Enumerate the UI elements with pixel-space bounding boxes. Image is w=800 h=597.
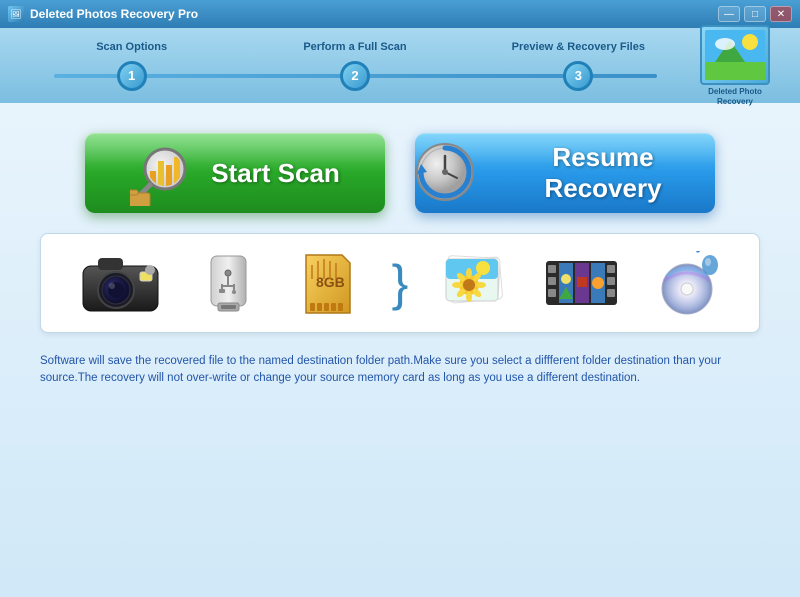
camera-icon	[78, 248, 163, 318]
buttons-row: Start Scan	[85, 133, 715, 213]
logo-svg	[705, 30, 765, 80]
title-bar: 🖼 Deleted Photos Recovery Pro — □ ✕	[0, 0, 800, 28]
step-1-label: Scan Options	[52, 41, 212, 53]
photos-icon	[441, 251, 511, 316]
scan-icon-wrapper	[130, 141, 195, 206]
svg-text:♪: ♪	[694, 251, 706, 259]
step-2-label: Perform a Full Scan	[275, 41, 435, 53]
resume-icon	[415, 142, 475, 202]
usb-drive-icon	[196, 248, 261, 318]
step-bar: Scan Options Perform a Full Scan Preview…	[0, 28, 800, 103]
app-logo	[700, 25, 770, 85]
step-1-circle: 1	[117, 61, 147, 91]
app-icon: 🖼	[8, 6, 24, 22]
scan-icon	[130, 141, 195, 206]
logo-area: Deleted PhotoRecovery	[690, 25, 780, 106]
start-scan-button[interactable]: Start Scan	[85, 133, 385, 213]
step-3-label: Preview & Recovery Files	[498, 41, 658, 53]
close-button[interactable]: ✕	[770, 6, 792, 22]
start-scan-label: Start Scan	[211, 158, 340, 189]
window-controls: — □ ✕	[718, 6, 792, 22]
resume-recovery-button[interactable]: Resume Recovery	[415, 133, 715, 213]
step-labels: Scan Options Perform a Full Scan Preview…	[20, 41, 690, 53]
maximize-button[interactable]: □	[744, 6, 766, 22]
minimize-button[interactable]: —	[718, 6, 740, 22]
step-2-circle: 2	[340, 61, 370, 91]
window-title: Deleted Photos Recovery Pro	[30, 7, 198, 21]
music-icon: ♪	[652, 251, 722, 316]
step-3-circle: 3	[563, 61, 593, 91]
step-track: 1 2 3	[20, 61, 690, 91]
main-content: Start Scan	[0, 103, 800, 597]
resume-recovery-label: Resume Recovery	[491, 142, 715, 204]
title-bar-left: 🖼 Deleted Photos Recovery Pro	[8, 6, 198, 22]
devices-panel: 8GB }	[40, 233, 760, 333]
brace-separator: }	[392, 258, 409, 308]
sd-card-icon: 8GB	[294, 251, 359, 316]
step-bar-inner: Scan Options Perform a Full Scan Preview…	[20, 41, 690, 91]
logo-label: Deleted PhotoRecovery	[708, 87, 762, 106]
resume-icon-wrapper	[415, 142, 475, 205]
info-text: Software will save the recovered file to…	[40, 353, 760, 388]
film-reel-icon	[544, 249, 619, 317]
